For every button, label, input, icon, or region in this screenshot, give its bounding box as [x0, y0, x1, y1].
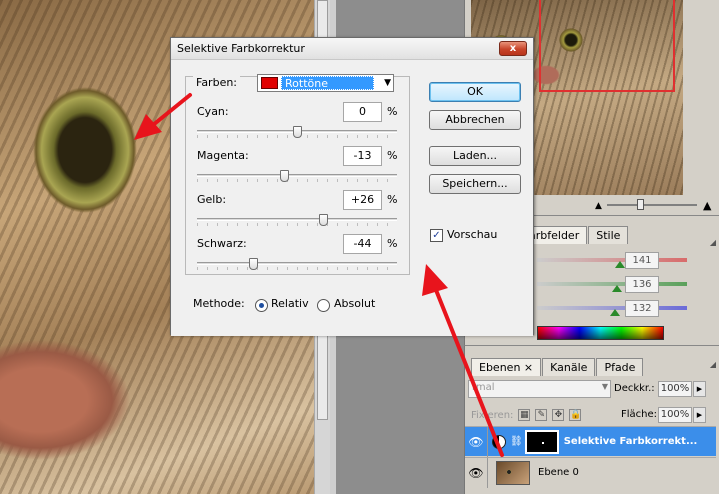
lock-row: Fixieren: ▦ ✎ ✥ 🔒: [471, 407, 582, 423]
preview-label[interactable]: Vorschau: [447, 228, 497, 241]
magenta-input[interactable]: -13: [343, 146, 382, 166]
dialog-titlebar[interactable]: Selektive Farbkorrektur x: [171, 38, 533, 60]
layer-mask-thumbnail[interactable]: [524, 429, 559, 454]
lock-pixels-icon[interactable]: ✎: [535, 409, 548, 421]
magenta-slider-track[interactable]: [197, 174, 397, 177]
zoom-slider-knob[interactable]: [637, 199, 644, 210]
green-channel-slider[interactable]: [537, 282, 687, 292]
schwarz-slider-knob[interactable]: [249, 258, 258, 270]
chain-link-icon[interactable]: ⛓: [510, 436, 523, 447]
farben-select[interactable]: Rottöne ▼: [257, 74, 394, 92]
blue-channel-value[interactable]: 132: [625, 300, 659, 317]
farben-label: Farben:: [193, 76, 241, 89]
lock-transparency-icon[interactable]: ▦: [518, 409, 531, 421]
navigator-view-box[interactable]: [539, 0, 675, 92]
adjustment-layer-icon: [492, 434, 506, 449]
percent-label: %: [387, 193, 398, 206]
cyan-input[interactable]: 0: [343, 102, 382, 122]
selective-color-dialog: Selektive Farbkorrektur x Farben: Rottön…: [170, 37, 534, 336]
layer-row-ebene-0[interactable]: 👁 Ebene 0: [465, 457, 716, 488]
percent-label: %: [387, 237, 398, 250]
chevron-down-icon: ▼: [384, 78, 391, 88]
lock-all-icon[interactable]: 🔒: [569, 409, 582, 421]
cyan-label: Cyan:: [197, 105, 229, 118]
slider-knob[interactable]: [611, 285, 622, 292]
red-channel-value[interactable]: 141: [625, 252, 659, 269]
slider-knob[interactable]: [609, 309, 620, 316]
layer-row-adjustment[interactable]: 👁 ⛓ Selektive Farbkorrekt...: [465, 426, 716, 457]
layer-thumbnail[interactable]: [496, 460, 530, 485]
method-relativ-radio[interactable]: [255, 299, 268, 312]
blend-mode-select[interactable]: rmal ▼: [468, 380, 611, 398]
panel-menu-icon[interactable]: ◢: [710, 360, 716, 369]
slider-knob[interactable]: [614, 261, 625, 268]
preview-checkbox[interactable]: ✓: [430, 229, 443, 242]
zoom-in-icon[interactable]: ▲: [703, 199, 711, 212]
dialog-body: Farben: Rottöne ▼ Cyan: 0 % Magenta: -13…: [171, 60, 533, 336]
color-swatch: [261, 77, 278, 89]
layer-name[interactable]: Ebene 0: [538, 467, 579, 478]
tab-pfade[interactable]: Pfade: [596, 358, 644, 376]
lock-position-icon[interactable]: ✥: [552, 409, 565, 421]
percent-label: %: [387, 149, 398, 162]
percent-label: %: [387, 105, 398, 118]
fill-arrow-icon[interactable]: ▶: [693, 407, 706, 423]
ok-button[interactable]: OK: [429, 82, 521, 102]
opacity-label: Deckkr.:: [614, 383, 655, 394]
method-relativ-label[interactable]: Relativ: [271, 297, 309, 310]
red-channel-slider[interactable]: [537, 258, 687, 268]
magenta-slider-knob[interactable]: [280, 170, 289, 182]
navigator-zoom-slider[interactable]: ▲ ▲: [585, 198, 715, 212]
tab-close-icon[interactable]: ×: [524, 361, 533, 374]
cancel-button[interactable]: Abbrechen: [429, 110, 521, 130]
close-button[interactable]: x: [499, 41, 527, 56]
opacity-arrow-icon[interactable]: ▶: [693, 381, 706, 397]
panel-menu-icon[interactable]: ◢: [710, 238, 716, 247]
fill-input[interactable]: 100%: [658, 407, 692, 423]
method-label: Methode:: [193, 297, 245, 310]
chevron-down-icon: ▼: [601, 382, 608, 391]
tab-kanaele[interactable]: Kanäle: [542, 358, 596, 376]
method-absolut-radio[interactable]: [317, 299, 330, 312]
fill-label: Fläche:: [621, 409, 658, 420]
lock-label: Fixieren:: [471, 409, 514, 421]
gelb-label: Gelb:: [197, 193, 227, 206]
schwarz-slider-track[interactable]: [197, 262, 397, 265]
magenta-label: Magenta:: [197, 149, 249, 162]
gelb-input[interactable]: +26: [343, 190, 382, 210]
green-channel-value[interactable]: 136: [625, 276, 659, 293]
layer-name[interactable]: Selektive Farbkorrekt...: [564, 436, 698, 447]
tab-stile[interactable]: Stile: [588, 226, 629, 244]
eye-icon[interactable]: 👁: [465, 435, 487, 449]
layers-panel: Ebenen × Kanäle Pfade ◢ rmal ▼ Deckkr.: 1…: [464, 345, 719, 494]
method-absolut-label[interactable]: Absolut: [334, 297, 375, 310]
eye-icon[interactable]: 👁: [465, 466, 487, 480]
schwarz-input[interactable]: -44: [343, 234, 382, 254]
blue-channel-slider[interactable]: [537, 306, 687, 316]
schwarz-label: Schwarz:: [197, 237, 247, 250]
farben-selected-value: Rottöne: [281, 76, 374, 90]
save-button[interactable]: Speichern...: [429, 174, 521, 194]
opacity-input[interactable]: 100%: [658, 381, 692, 397]
load-button[interactable]: Laden...: [429, 146, 521, 166]
color-spectrum[interactable]: [537, 326, 664, 340]
gelb-slider-knob[interactable]: [319, 214, 328, 226]
dialog-title: Selektive Farbkorrektur: [177, 42, 305, 55]
tab-ebenen[interactable]: Ebenen ×: [471, 358, 542, 376]
cyan-slider-knob[interactable]: [293, 126, 302, 138]
zoom-out-icon[interactable]: ▲: [595, 201, 602, 211]
gelb-slider-track[interactable]: [197, 218, 397, 221]
